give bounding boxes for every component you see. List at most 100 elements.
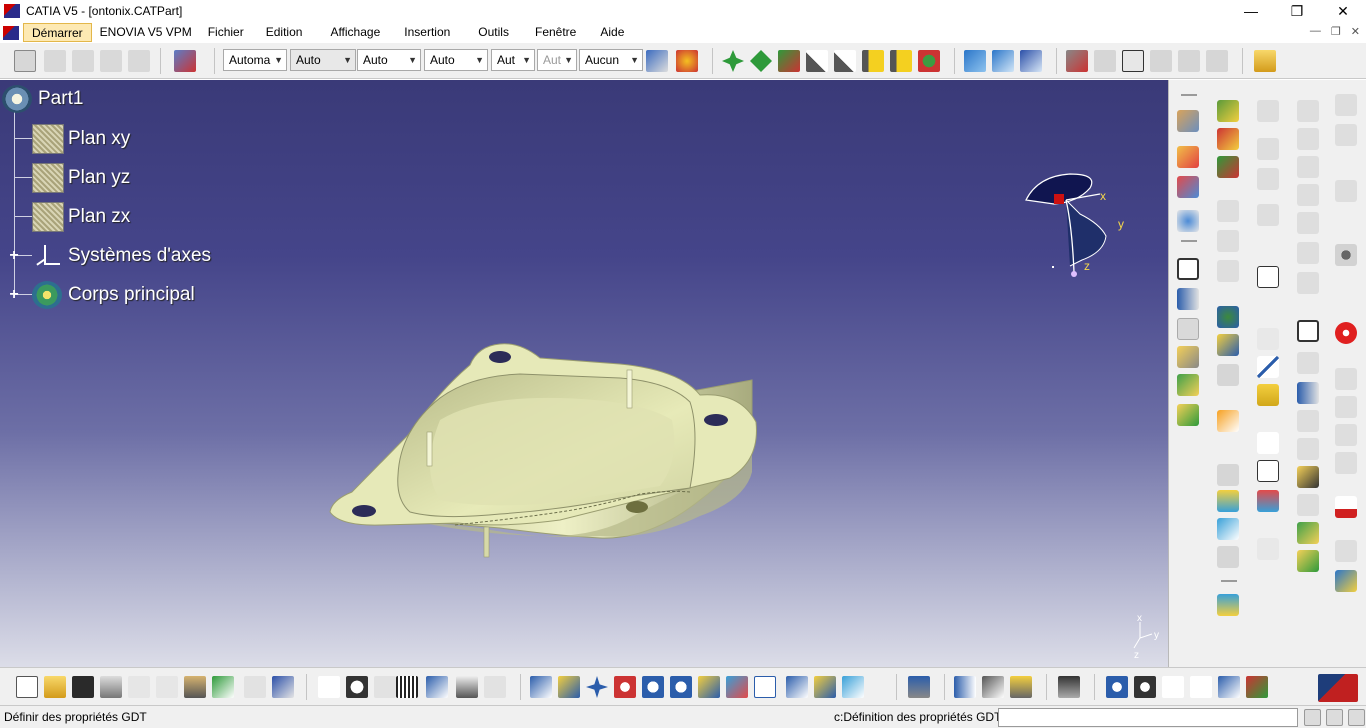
swap-space-icon[interactable] — [842, 676, 864, 698]
knowledge-icon[interactable] — [174, 50, 196, 72]
working-support-icon[interactable] — [1122, 50, 1144, 72]
list-icon[interactable] — [1335, 396, 1357, 418]
design-table-icon[interactable] — [396, 676, 418, 698]
measure-distance-icon[interactable] — [890, 50, 912, 72]
whats-this-icon[interactable] — [1020, 50, 1042, 72]
small-dot-icon[interactable] — [1257, 538, 1279, 560]
flag-icon[interactable] — [1257, 384, 1279, 406]
spin-icon[interactable] — [1106, 676, 1128, 698]
minimize-button[interactable]: — — [1228, 0, 1274, 22]
lock-icon[interactable] — [456, 676, 478, 698]
line-segment-icon[interactable] — [1257, 356, 1279, 378]
pocket-icon[interactable] — [1177, 176, 1199, 198]
copy-icon[interactable] — [1335, 368, 1357, 390]
multi-body-icon[interactable] — [1335, 94, 1357, 116]
doc-minimize-button[interactable]: — — [1310, 25, 1321, 38]
parts-relation-icon[interactable] — [426, 676, 448, 698]
shape-design-icon[interactable] — [1217, 100, 1239, 122]
dot-icon[interactable] — [1257, 328, 1279, 350]
maximize-button[interactable]: ❐ — [1274, 0, 1320, 22]
multi-view-icon[interactable] — [726, 676, 748, 698]
doc-close-button[interactable]: ✕ — [1351, 25, 1360, 38]
open-folder-icon[interactable] — [1254, 50, 1276, 72]
doc-restore-button[interactable]: ❐ — [1331, 25, 1341, 38]
tools-icon[interactable] — [1335, 452, 1357, 474]
layer-icon[interactable] — [1217, 490, 1239, 512]
formula-icon[interactable] — [318, 676, 340, 698]
frame-select-icon[interactable] — [1335, 570, 1357, 592]
tree-item-plan-xy[interactable]: Plan xy — [32, 124, 130, 154]
menu-outils[interactable]: Outils — [470, 23, 517, 42]
sketch-analysis-icon[interactable] — [964, 50, 986, 72]
gear-group-icon[interactable] — [128, 50, 150, 72]
undo-icon[interactable] — [212, 676, 234, 698]
3d-solid-icon[interactable] — [1297, 128, 1319, 150]
properties-icon[interactable] — [14, 50, 36, 72]
plane-system-icon[interactable] — [1150, 50, 1172, 72]
projection-icon[interactable] — [1257, 204, 1279, 226]
generic-tool-icon[interactable] — [1335, 124, 1357, 146]
tree-item-plan-zx[interactable]: Plan zx — [32, 202, 130, 232]
sweep-icon[interactable] — [1217, 260, 1239, 282]
join-icon[interactable] — [1217, 364, 1239, 386]
point-icon[interactable] — [1257, 100, 1279, 122]
3d-box-icon[interactable] — [1297, 100, 1319, 122]
menu-insertion[interactable]: Insertion — [396, 23, 458, 42]
save-icon[interactable] — [72, 676, 94, 698]
hide-show-icon[interactable] — [814, 676, 836, 698]
rendering-style-select[interactable]: Aucun ▼ — [579, 49, 643, 71]
compass-handle[interactable] — [1054, 194, 1064, 204]
line-color-select[interactable]: Automa ▼ — [223, 49, 287, 71]
plane-tool-icon[interactable] — [1257, 168, 1279, 190]
compass-widget[interactable]: x y z — [1018, 166, 1138, 286]
pdf-export-icon[interactable] — [1335, 496, 1357, 518]
analysis-icon[interactable] — [1246, 676, 1268, 698]
measure-inertia-icon[interactable] — [862, 50, 884, 72]
part-geometry[interactable] — [0, 80, 1168, 667]
shaft-icon[interactable] — [1177, 210, 1199, 232]
transparency-select[interactable]: Aut ▼ — [491, 49, 535, 71]
line-icon[interactable] — [1257, 138, 1279, 160]
menu-fichier[interactable]: Fichier — [200, 23, 252, 42]
part-design-icon[interactable] — [1177, 110, 1199, 132]
3d-grid-icon[interactable] — [1206, 50, 1228, 72]
3d-prism-icon[interactable] — [1297, 184, 1319, 206]
layer-select[interactable]: Auto ▼ — [424, 49, 488, 71]
extrude-icon[interactable] — [1217, 200, 1239, 222]
snap-icon[interactable] — [750, 50, 772, 72]
shell-icon[interactable] — [1177, 318, 1199, 340]
document-icon[interactable] — [3, 25, 19, 40]
measure-icon[interactable] — [1217, 334, 1239, 356]
pad-icon[interactable] — [1177, 146, 1199, 168]
wireframe-icon[interactable] — [1217, 156, 1239, 178]
3d-cut-icon[interactable] — [1297, 212, 1319, 234]
table-icon[interactable] — [72, 50, 94, 72]
frame-icon[interactable] — [1297, 352, 1319, 374]
fillet-2-icon[interactable] — [1297, 382, 1319, 404]
settings-gear-icon[interactable] — [1335, 244, 1357, 266]
fly-mode-icon[interactable] — [530, 676, 552, 698]
camera-icon[interactable] — [1058, 676, 1080, 698]
mirror-icon[interactable] — [1297, 494, 1319, 516]
rotate-icon[interactable] — [614, 676, 636, 698]
sketch-2-icon[interactable] — [1297, 320, 1319, 342]
move-icon[interactable] — [722, 50, 744, 72]
print-icon[interactable] — [100, 676, 122, 698]
thread-icon[interactable] — [1177, 404, 1199, 426]
select-icon[interactable] — [1217, 410, 1239, 432]
plot-icon[interactable] — [1335, 540, 1357, 562]
sphere-icon[interactable] — [1297, 242, 1319, 264]
format-painter-icon[interactable] — [646, 50, 668, 72]
measure-length-icon[interactable] — [954, 676, 976, 698]
callout-icon[interactable] — [1257, 460, 1279, 482]
fillet-icon[interactable] — [1177, 288, 1199, 310]
cancel-command-button[interactable] — [1304, 709, 1321, 726]
boolean-icon[interactable] — [1217, 306, 1239, 328]
sketch-icon[interactable] — [1177, 258, 1199, 280]
split-icon[interactable] — [1217, 546, 1239, 568]
measure-between-icon[interactable] — [806, 50, 828, 72]
grid-system-icon[interactable] — [1178, 50, 1200, 72]
eraser-icon[interactable] — [1217, 518, 1239, 540]
surface-icon[interactable] — [1217, 128, 1239, 150]
parameters-icon[interactable] — [992, 50, 1014, 72]
